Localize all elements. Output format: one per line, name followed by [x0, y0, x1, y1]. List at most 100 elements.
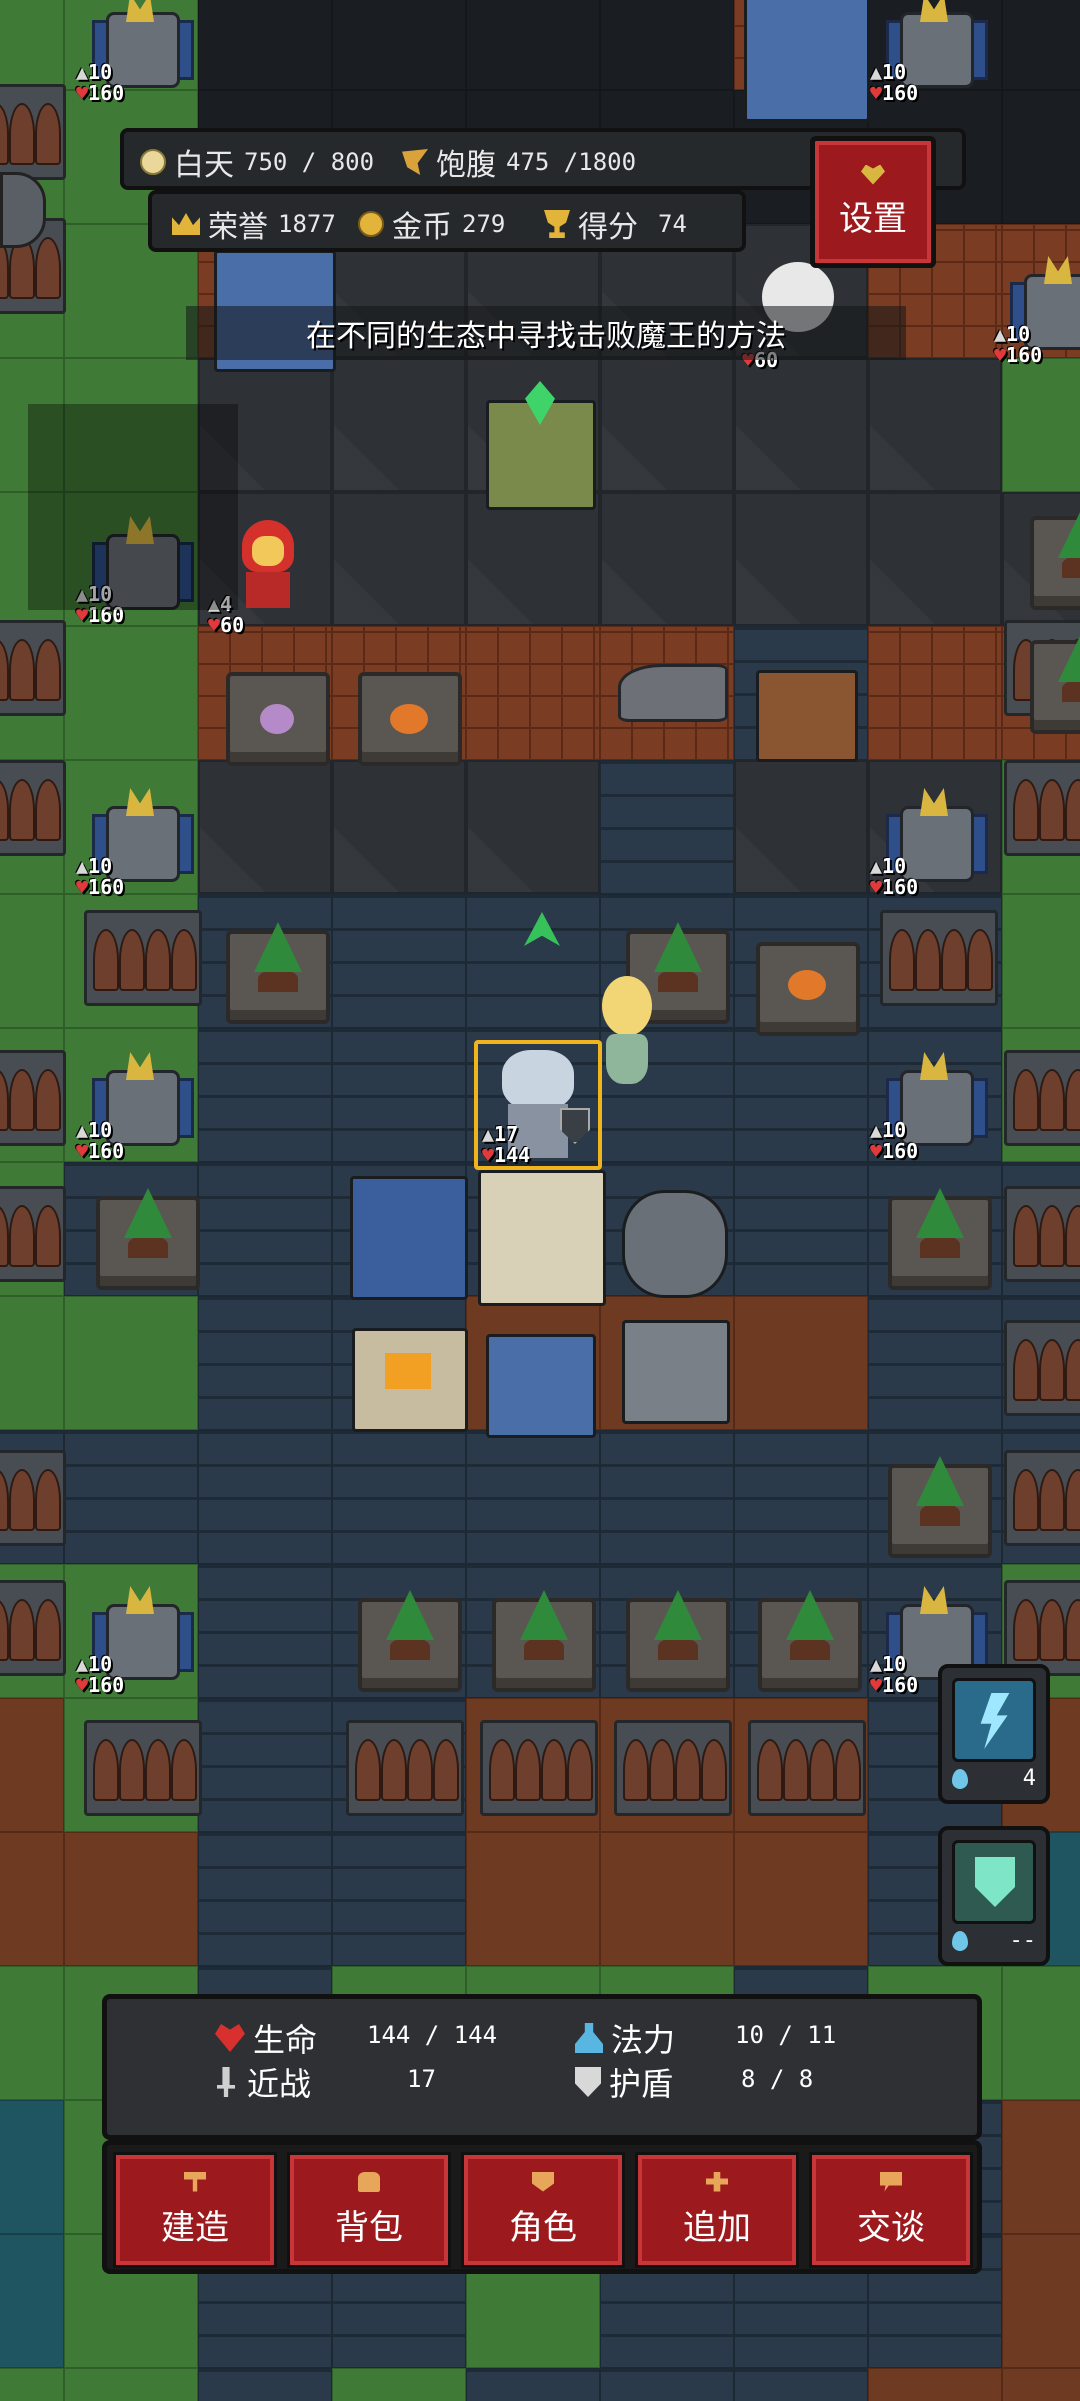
tree-planter[interactable]	[888, 1456, 992, 1558]
backpack-button[interactable]: 背包	[287, 2152, 451, 2268]
map-tile	[600, 2368, 734, 2401]
map-tile	[332, 1028, 466, 1162]
red-hood-girl[interactable]	[236, 520, 300, 608]
spike-fence[interactable]	[0, 1186, 66, 1282]
spike-fence[interactable]	[0, 760, 66, 856]
map-tile	[1002, 0, 1080, 90]
tree-planter[interactable]	[1030, 632, 1080, 734]
spike-icon	[93, 929, 119, 991]
tower-stat: ▲10 ♥160	[870, 1652, 919, 1697]
spike-fence[interactable]	[0, 1050, 66, 1146]
map-tile	[466, 492, 600, 626]
spike-fence[interactable]	[0, 620, 66, 716]
town-hall[interactable]	[478, 1170, 606, 1306]
spike-fence[interactable]	[0, 84, 66, 180]
house-building[interactable]	[744, 0, 870, 122]
lightning-skill-slot[interactable]: 4	[938, 1664, 1050, 1804]
horn-icon	[920, 0, 948, 22]
spike-fence[interactable]	[0, 1450, 66, 1546]
horn-icon	[126, 0, 154, 22]
minimap-shadow	[28, 404, 238, 610]
spike-fence[interactable]	[880, 910, 998, 1006]
spike-fence[interactable]	[1004, 1186, 1080, 1282]
trunk-icon	[128, 1236, 168, 1258]
spike-fence[interactable]	[748, 1720, 866, 1816]
map-tile	[1002, 1966, 1080, 2100]
spike-fence[interactable]	[1004, 1050, 1080, 1146]
spike-icon	[355, 1739, 381, 1801]
tree-planter[interactable]	[226, 922, 330, 1024]
pumpkin-plant[interactable]	[358, 672, 462, 766]
tree-planter[interactable]	[358, 1590, 462, 1692]
well[interactable]	[622, 1190, 728, 1298]
map-tile	[198, 1832, 332, 1966]
append-button[interactable]: 追加	[635, 2152, 799, 2268]
score-bar: 荣誉 1877 金币 279 得分 74	[148, 190, 746, 252]
tree-planter[interactable]	[1030, 508, 1080, 610]
map-tile	[332, 358, 466, 492]
spike-fence[interactable]	[614, 1720, 732, 1816]
trunk-icon	[258, 970, 298, 992]
trunk-icon	[790, 1638, 830, 1660]
smithing-station[interactable]	[486, 1334, 596, 1438]
tree-icon	[916, 1456, 964, 1506]
spike-fence[interactable]	[1004, 760, 1080, 856]
map-tile	[0, 2100, 64, 2234]
furnace[interactable]	[352, 1328, 468, 1432]
spike-icon	[145, 929, 171, 991]
side-toggle-button[interactable]	[0, 172, 46, 248]
spike-icon	[649, 1739, 675, 1801]
tower-stat: ▲10 ♥160	[76, 854, 125, 899]
spike-fence[interactable]	[1004, 1580, 1080, 1676]
spike-fence[interactable]	[1004, 1450, 1080, 1546]
map-tile	[0, 894, 64, 1028]
tree-planter[interactable]	[96, 1188, 200, 1290]
speech-bubble-icon	[880, 2171, 902, 2192]
map-tile	[0, 0, 64, 90]
spike-fence[interactable]	[480, 1720, 598, 1816]
settings-button[interactable]: 设置	[810, 136, 936, 268]
spike-fence[interactable]	[0, 1580, 66, 1676]
tree-planter[interactable]	[626, 1590, 730, 1692]
character-button[interactable]: 角色	[461, 2152, 625, 2268]
blue-house[interactable]	[350, 1176, 468, 1300]
map-tile	[0, 1832, 64, 1966]
map-tile	[466, 0, 600, 90]
map-tile	[332, 1430, 466, 1564]
tree-icon	[386, 1590, 434, 1640]
trunk-icon	[524, 1638, 564, 1660]
trunk-icon	[658, 1638, 698, 1660]
map-tile	[198, 2368, 332, 2401]
spike-icon	[0, 639, 9, 701]
spike-icon	[171, 1739, 197, 1801]
map-tile	[198, 1698, 332, 1832]
spike-fence[interactable]	[84, 1720, 202, 1816]
shield-stat: 护盾 8 / 8	[575, 2059, 813, 2105]
shield-skill-slot[interactable]: --	[938, 1826, 1050, 1966]
anvil[interactable]	[618, 664, 728, 722]
map-tile	[332, 760, 466, 894]
map-tile	[466, 1832, 600, 1966]
talk-button[interactable]: 交谈	[809, 2152, 973, 2268]
map-tile	[734, 358, 868, 492]
tree-planter[interactable]	[492, 1590, 596, 1692]
tower-stat: ▲10 ♥160	[870, 854, 919, 899]
fairy-npc[interactable]	[592, 976, 662, 1086]
map-tile	[600, 1430, 734, 1564]
turnip-plant[interactable]	[226, 672, 330, 766]
machine[interactable]	[622, 1320, 730, 1424]
spike-icon	[967, 929, 993, 991]
tree-planter[interactable]	[888, 1188, 992, 1290]
green-crystal-shrine[interactable]	[486, 381, 596, 510]
workbench[interactable]	[756, 670, 858, 762]
spike-icon	[1039, 1339, 1065, 1401]
spike-fence[interactable]	[84, 910, 202, 1006]
spike-icon	[0, 1599, 9, 1661]
spike-icon	[93, 1739, 119, 1801]
spike-fence[interactable]	[346, 1720, 464, 1816]
spike-fence[interactable]	[1004, 1320, 1080, 1416]
map-tile	[0, 1966, 64, 2100]
tree-planter[interactable]	[758, 1590, 862, 1692]
build-button[interactable]: 建造	[113, 2152, 277, 2268]
pumpkin-plant[interactable]	[756, 942, 860, 1036]
